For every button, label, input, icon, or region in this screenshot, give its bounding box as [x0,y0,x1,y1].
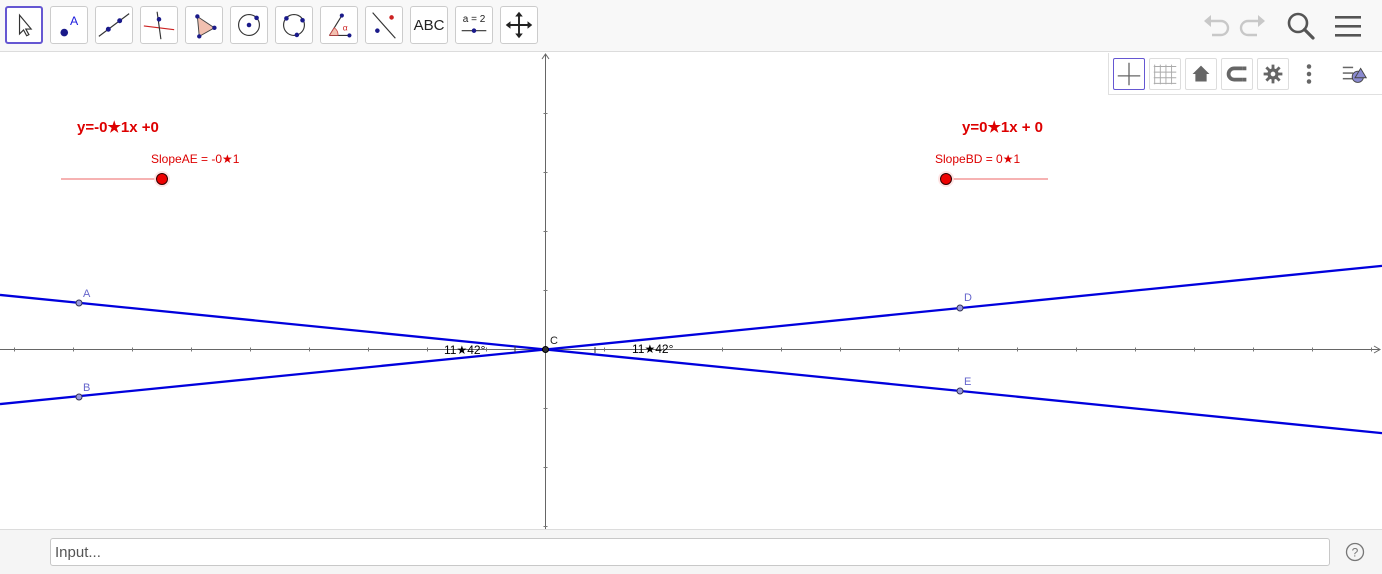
input-bar: ? [0,529,1382,574]
circle-three-points-tool-icon[interactable] [275,6,313,44]
svg-text:A: A [70,14,79,28]
slider-bd-handle[interactable] [940,173,952,185]
undo-icon[interactable] [1200,10,1232,42]
slider-bd-label: SlopeBD = 0★1 [935,152,1020,166]
help-icon[interactable]: ? [1345,542,1365,562]
svg-text:α: α [343,23,348,33]
point-capturing-icon[interactable] [1221,58,1253,90]
point-tool-icon[interactable]: A [50,6,88,44]
slider-ae-handle[interactable] [156,173,168,185]
graphics-view[interactable]: 11★42° 11★42° A B C D E y=-0★1x +0 y=0★1… [0,52,1382,529]
point-a-label: A [83,288,91,300]
point-c[interactable] [542,346,549,353]
axis-ticks [14,113,1372,527]
menu-icon[interactable] [1332,10,1364,42]
move-tool-icon[interactable] [5,6,43,44]
home-icon[interactable] [1185,58,1217,90]
polygon-tool-icon[interactable] [185,6,223,44]
settings-icon[interactable] [1257,58,1289,90]
slider-ae-label: SlopeAE = -0★1 [151,152,240,166]
point-c-label: C [550,335,558,347]
point-e-label: E [964,376,971,388]
angle-label-right: 11★42° [632,342,674,356]
line-bd[interactable] [0,264,1382,406]
circle-center-point-tool-icon[interactable] [230,6,268,44]
search-icon[interactable] [1285,10,1317,42]
equation-right: y=0★1x + 0 [962,119,1043,136]
point-b[interactable] [75,393,83,401]
point-d-label: D [964,292,972,304]
angle-tool-icon[interactable]: α [320,6,358,44]
point-b-label: B [83,382,90,394]
grid-toggle-icon[interactable] [1149,58,1181,90]
point-a[interactable] [75,299,83,307]
more-vertical-icon[interactable] [1293,58,1325,90]
reflect-tool-icon[interactable] [365,6,403,44]
point-e[interactable] [956,387,964,395]
text-tool-icon[interactable]: ABC [410,6,448,44]
toolbar: A α ABC a = 2 [0,0,1382,52]
algebra-input[interactable] [50,538,1330,566]
point-d[interactable] [956,304,964,312]
line-ae[interactable] [0,293,1382,435]
axes-toggle-icon[interactable] [1113,58,1145,90]
coordinate-plane[interactable]: 11★42° 11★42° A B C D E y=-0★1x +0 y=0★1… [0,52,1382,529]
angle-label-left: 11★42° [444,343,486,357]
perpendicular-line-tool-icon[interactable] [140,6,178,44]
slider-tool-icon[interactable]: a = 2 [455,6,493,44]
stylebar-toggle-icon[interactable] [1339,58,1371,90]
graphics-stylebar [1108,53,1382,95]
text-tool-label: ABC [413,16,445,34]
redo-icon[interactable] [1237,10,1269,42]
line-tool-icon[interactable] [95,6,133,44]
slider-tool-label: a = 2 [462,14,486,25]
equation-left: y=-0★1x +0 [77,119,159,136]
move-graphics-view-tool-icon[interactable] [500,6,538,44]
svg-text:?: ? [1352,545,1359,559]
